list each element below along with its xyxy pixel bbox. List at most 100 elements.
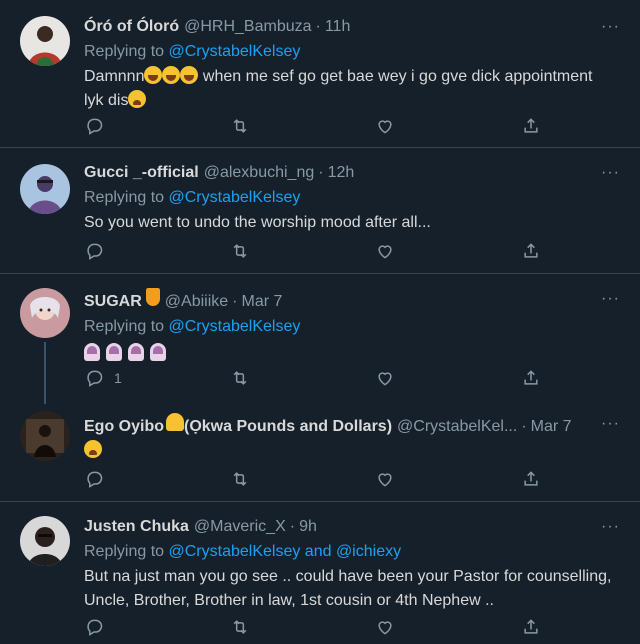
display-name-suffix[interactable]: (Ọkwa Pounds and Dollars) — [184, 416, 392, 438]
like-icon — [378, 372, 392, 386]
display-name[interactable]: Óró of Óloró — [84, 16, 179, 38]
replies-feed: Óró of Óloró @HRH_Bambuza · 11h ··· Repl… — [0, 0, 640, 644]
more-icon[interactable]: ··· — [601, 18, 620, 36]
like-button[interactable] — [375, 617, 395, 637]
avatar[interactable] — [20, 16, 70, 66]
retweet-button[interactable] — [230, 241, 250, 261]
replying-to-label: Replying to — [84, 43, 165, 60]
retweet-button[interactable] — [230, 469, 250, 489]
tweet-header: SUGAR @Abiiike · Mar 7 — [84, 288, 620, 313]
like-button[interactable] — [375, 368, 395, 388]
retweet-button[interactable] — [230, 368, 250, 388]
retweet-button[interactable] — [230, 617, 250, 637]
replying-to-label: Replying to — [84, 318, 165, 335]
separator-dot: · — [315, 18, 321, 35]
reply-icon — [87, 243, 103, 260]
timestamp[interactable]: Mar 7 — [531, 416, 572, 438]
reply-button[interactable] — [84, 469, 104, 489]
mention-link[interactable]: @CrystabelKelsey — [169, 318, 301, 335]
more-icon[interactable]: ··· — [601, 415, 620, 433]
replying-to-label: Replying to — [84, 189, 165, 206]
display-name[interactable]: SUGAR — [84, 291, 142, 313]
like-button[interactable] — [375, 469, 395, 489]
tweet-actions — [84, 241, 544, 261]
tweet-text — [84, 439, 620, 463]
username[interactable]: @CrystabelKel... — [397, 416, 517, 438]
share-button[interactable] — [521, 368, 541, 388]
tweet-text-part: Damnnn — [84, 68, 145, 85]
avatar[interactable] — [20, 164, 70, 214]
reply-button[interactable] — [84, 617, 104, 637]
retweet-button[interactable] — [230, 116, 250, 136]
tweet-actions — [84, 617, 544, 637]
tweet-text-line: But na just man you go see .. could have… — [84, 568, 612, 585]
tweet[interactable]: Justen Chuka @Maveric_X · 9h ··· Replyin… — [0, 502, 640, 644]
username[interactable]: @Maveric_X — [194, 516, 286, 538]
tweet[interactable]: Óró of Óloró @HRH_Bambuza · 11h ··· Repl… — [0, 0, 640, 148]
retweet-icon — [233, 371, 247, 385]
mention-link[interactable]: @ichiexy — [336, 543, 401, 560]
share-button[interactable] — [521, 116, 541, 136]
mention-link[interactable]: @CrystabelKelsey — [169, 543, 301, 560]
reply-icon — [87, 471, 103, 488]
share-icon — [524, 471, 538, 486]
username[interactable]: @Abiiike — [165, 291, 228, 313]
separator-dot: · — [289, 518, 296, 535]
tweet[interactable]: Gucci _-official @alexbuchi_ng · 12h ···… — [0, 148, 640, 274]
more-icon[interactable]: ··· — [601, 164, 620, 182]
mention-conjunction: and — [300, 543, 336, 560]
like-icon — [378, 245, 392, 259]
tweet-text: So you went to undo the worship mood aft… — [84, 214, 431, 231]
mention-link[interactable]: @CrystabelKelsey — [169, 43, 301, 60]
tropical-drink-emoji-icon — [145, 288, 160, 306]
share-icon — [524, 243, 538, 258]
timestamp[interactable]: 11h — [325, 16, 351, 38]
mention-link[interactable]: @CrystabelKelsey — [169, 189, 301, 206]
praying-person-emoji-icon — [84, 343, 100, 361]
tweet[interactable]: Ego Oyibo (Ọkwa Pounds and Dollars) @Cry… — [0, 399, 640, 502]
username[interactable]: @alexbuchi_ng — [204, 162, 315, 184]
share-button[interactable] — [521, 241, 541, 261]
tweet-text: But na just man you go see .. could have… — [84, 565, 620, 613]
like-button[interactable] — [375, 116, 395, 136]
username[interactable]: @HRH_Bambuza — [184, 16, 311, 38]
more-icon[interactable]: ··· — [601, 290, 620, 308]
praying-person-emoji-icon — [150, 343, 166, 361]
reply-button[interactable] — [84, 116, 104, 136]
reply-icon — [87, 619, 103, 636]
share-button[interactable] — [521, 617, 541, 637]
separator-dot: · — [318, 164, 324, 181]
retweet-icon — [233, 244, 247, 258]
reply-button[interactable] — [84, 241, 104, 261]
tweet-text: Damnnn when me sef go get bae wey i go g… — [84, 65, 620, 113]
display-name[interactable]: Gucci _-official — [84, 162, 199, 184]
tired-face-emoji-icon — [128, 90, 147, 108]
reply-count: 1 — [114, 370, 122, 386]
laughing-emoji-icon — [180, 66, 199, 84]
retweet-icon — [233, 620, 247, 634]
display-name[interactable]: Justen Chuka — [84, 516, 189, 538]
avatar[interactable] — [20, 516, 70, 566]
reply-button[interactable]: 1 — [84, 368, 122, 388]
share-icon — [524, 619, 538, 634]
avatar[interactable] — [20, 411, 70, 461]
more-icon[interactable]: ··· — [601, 518, 620, 536]
timestamp[interactable]: 12h — [328, 162, 355, 184]
replying-to: Replying to @CrystabelKelsey — [84, 187, 620, 209]
timestamp[interactable]: Mar 7 — [241, 291, 282, 313]
share-button[interactable] — [521, 469, 541, 489]
tweet-text-part: when me sef go get bae wey i go gve dick… — [198, 68, 593, 85]
retweet-icon — [233, 472, 247, 486]
laughing-emoji-icon — [144, 66, 163, 84]
tweet-header: Gucci _-official @alexbuchi_ng · 12h — [84, 162, 620, 184]
like-button[interactable] — [375, 241, 395, 261]
tweet-actions: 1 — [84, 368, 544, 388]
weary-face-emoji-icon — [84, 440, 102, 458]
person-emoji-icon — [166, 413, 184, 431]
avatar[interactable] — [20, 288, 70, 338]
tweet[interactable]: SUGAR @Abiiike · Mar 7 ··· Replying to @… — [0, 274, 640, 404]
thread-line — [44, 342, 46, 404]
like-icon — [378, 621, 392, 635]
timestamp[interactable]: 9h — [299, 516, 317, 538]
display-name[interactable]: Ego Oyibo — [84, 416, 164, 438]
